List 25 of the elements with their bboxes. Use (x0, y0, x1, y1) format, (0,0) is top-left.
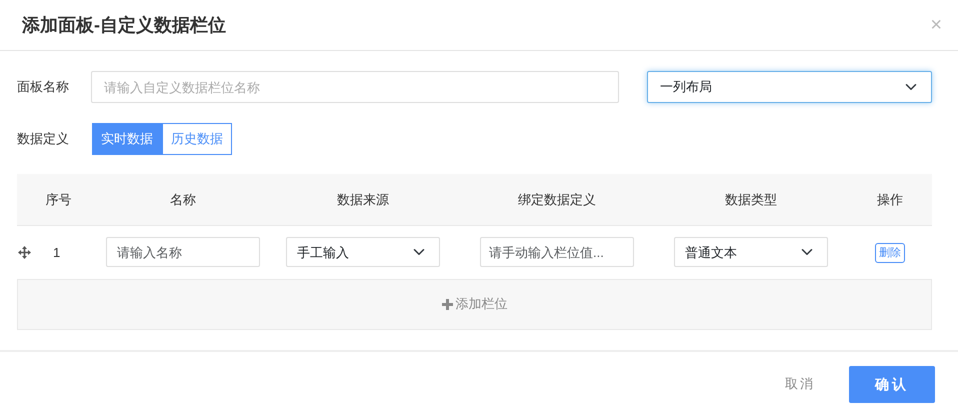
field-label: 面板名称 (17, 78, 70, 96)
column-header: 名称 (100, 174, 266, 226)
add-field-button[interactable]: 添加栏位 (17, 278, 932, 330)
cancel-button[interactable]: 取消 (779, 373, 821, 395)
panel-name-field[interactable]: 请输入自定义数据栏位名称 (91, 71, 619, 103)
plus-icon (442, 298, 452, 310)
binding-field[interactable]: 请手动输入栏位值... (480, 237, 634, 268)
column-header: 数据来源 (266, 174, 460, 226)
column-header: 序号 (17, 174, 100, 226)
column-header: 操作 (848, 174, 932, 226)
column-header: 绑定数据定义 (460, 174, 654, 226)
dialog-title: 添加面板-自定义数据栏位 (22, 14, 226, 36)
confirm-button[interactable]: 确认 (849, 366, 935, 402)
data-tab[interactable]: 历史数据 (162, 123, 232, 154)
select-field[interactable]: 手工输入 (286, 237, 440, 268)
layout-select[interactable]: 一列布局 (647, 71, 932, 103)
row-number: 1 (53, 244, 60, 262)
data-tab[interactable]: 实时数据 (92, 123, 162, 154)
delete-button[interactable]: 删除 (875, 242, 905, 263)
close-button[interactable]: × (930, 15, 942, 35)
name-field[interactable]: 请输入名称 (106, 237, 260, 268)
column-header: 数据类型 (654, 174, 848, 226)
field-label: 数据定义 (17, 130, 70, 148)
select-field[interactable]: 普通文本 (674, 237, 828, 268)
drag-handle-icon[interactable] (18, 246, 31, 259)
